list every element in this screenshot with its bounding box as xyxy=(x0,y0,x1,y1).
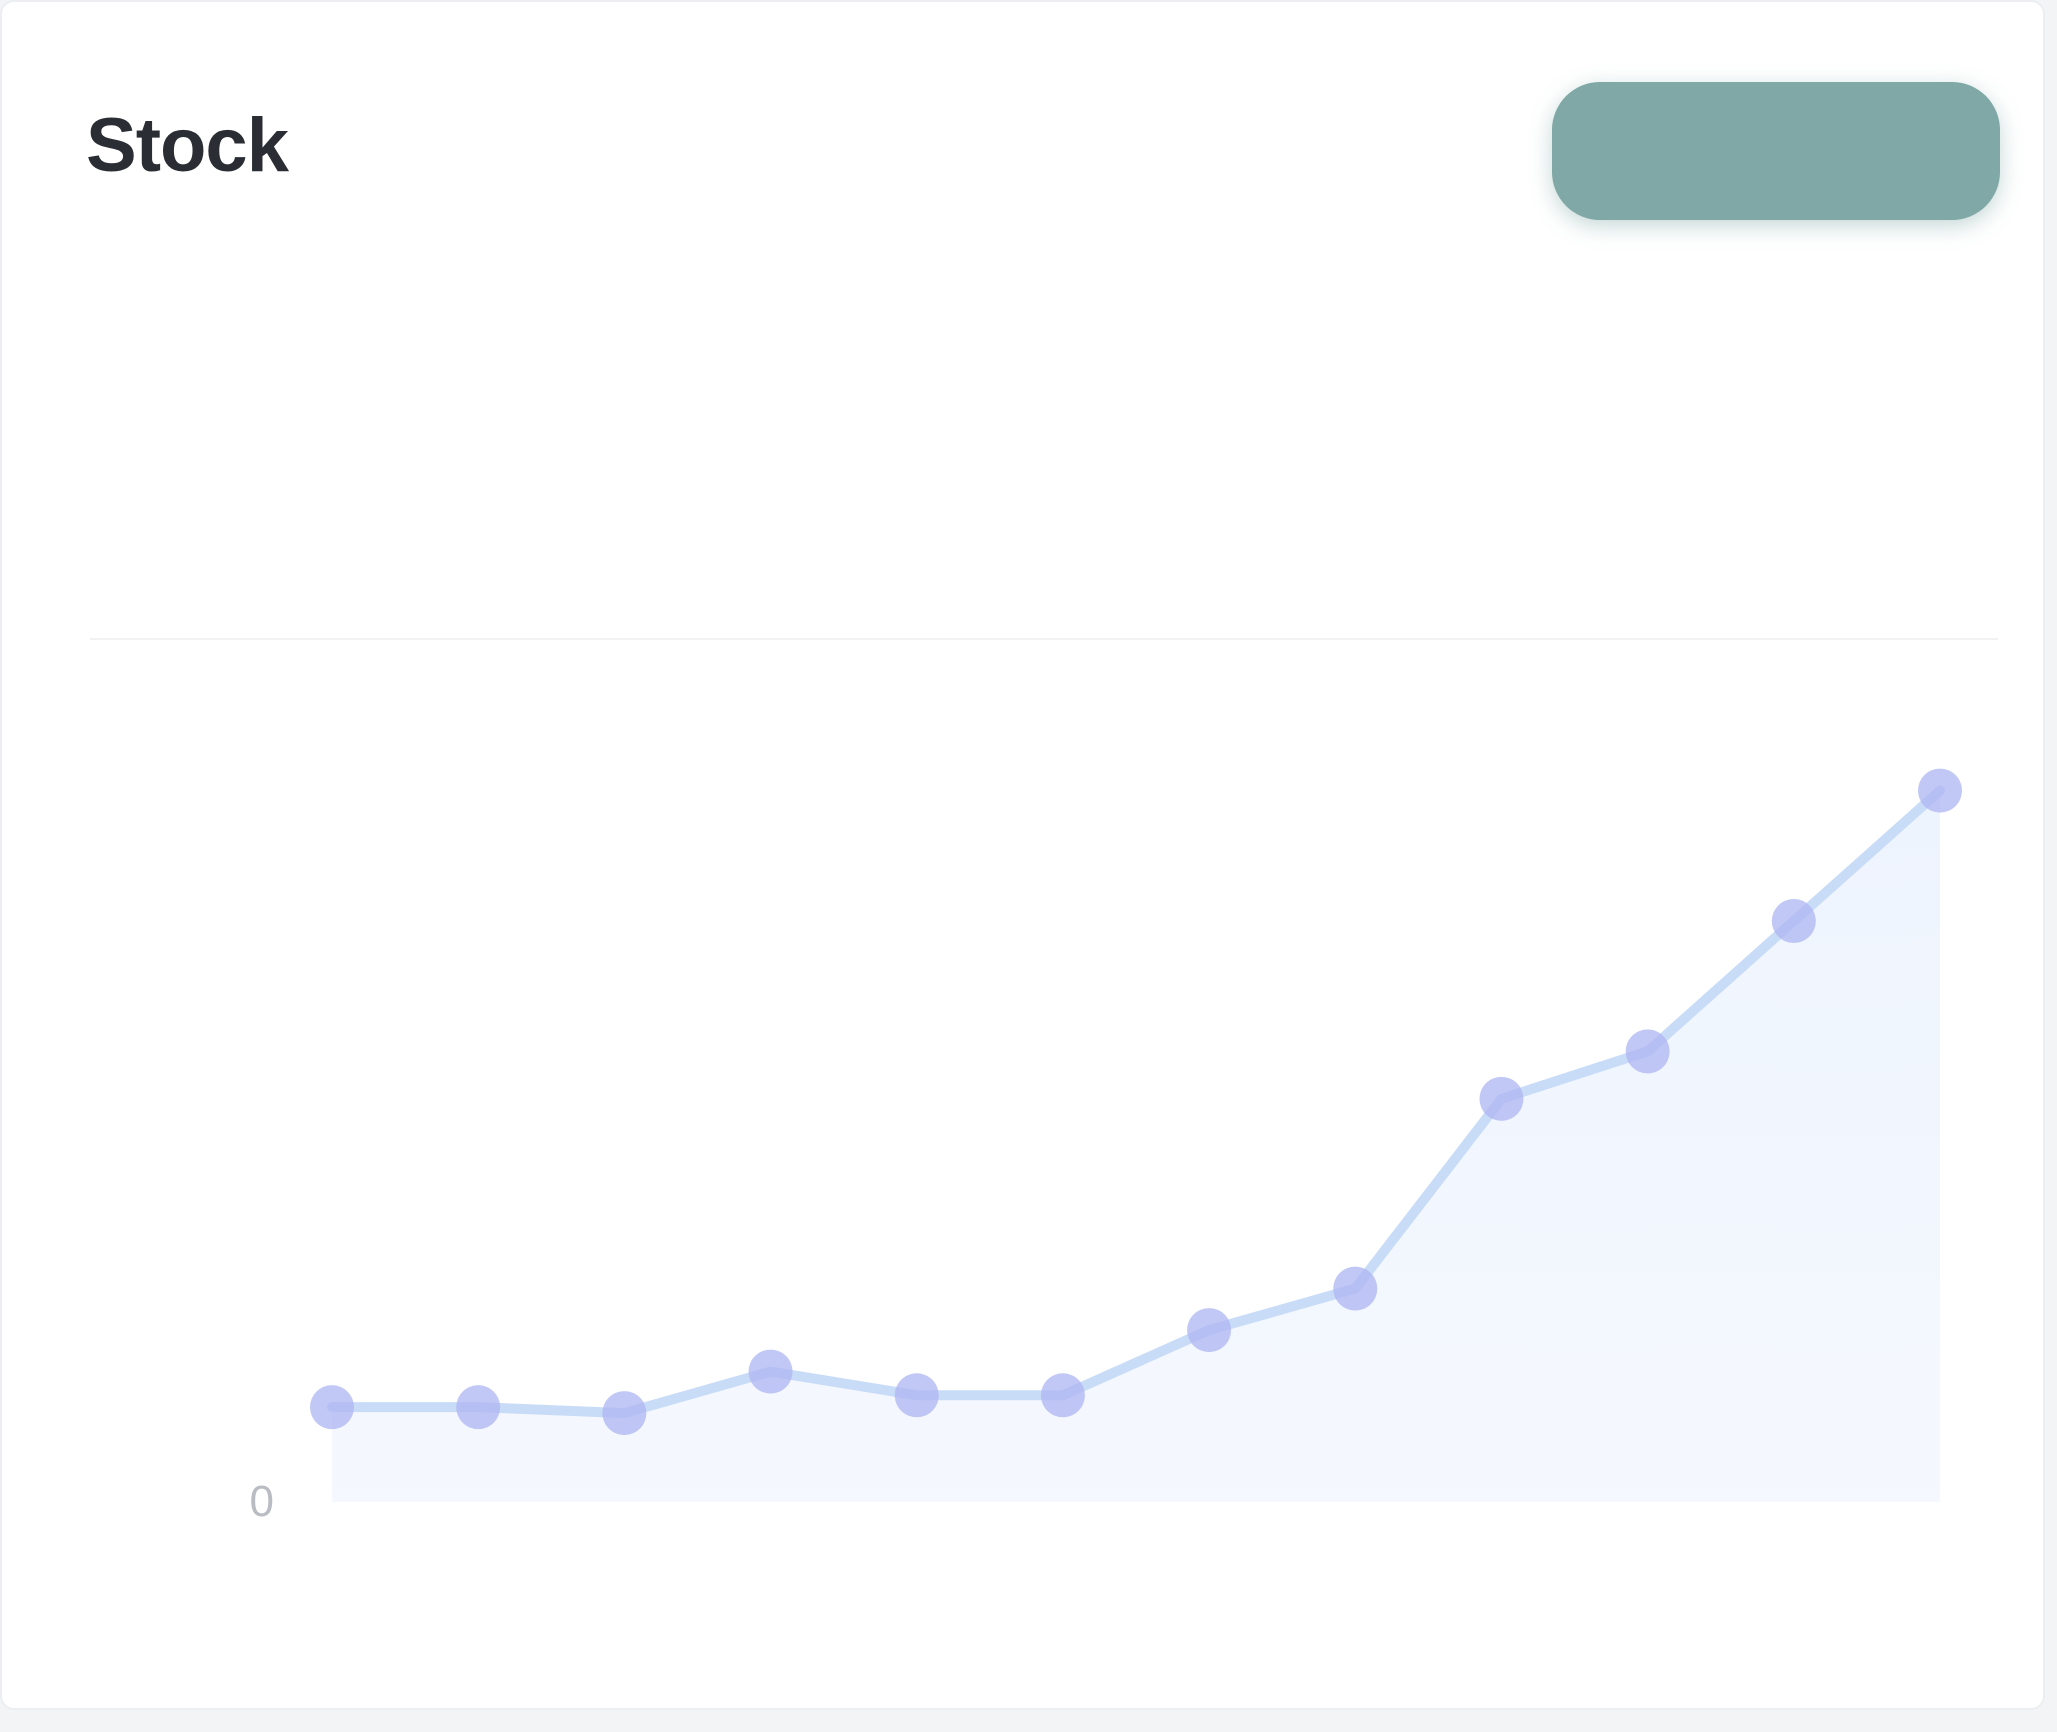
action-button[interactable] xyxy=(1552,82,2000,220)
data-point xyxy=(310,1385,354,1430)
data-point xyxy=(456,1385,501,1430)
divider xyxy=(90,638,1998,640)
data-point xyxy=(602,1391,647,1436)
card-header: Stock xyxy=(86,102,304,189)
card-title: Stock xyxy=(86,103,289,188)
data-point xyxy=(1918,768,1962,813)
data-point xyxy=(894,1373,939,1418)
chart-area: 0 xyxy=(2,642,2047,1652)
data-point xyxy=(1333,1266,1378,1311)
y-tick-label: 0 xyxy=(250,1477,274,1526)
stock-chart: 0 xyxy=(250,768,1962,1526)
stock-card: Stock 0 xyxy=(0,0,2045,1710)
data-point xyxy=(1625,1029,1670,1074)
data-point xyxy=(1771,899,1816,943)
data-point xyxy=(1040,1373,1085,1418)
data-point xyxy=(1187,1308,1232,1353)
data-point xyxy=(748,1349,793,1394)
series-area xyxy=(332,790,1940,1502)
data-point xyxy=(1479,1076,1524,1121)
